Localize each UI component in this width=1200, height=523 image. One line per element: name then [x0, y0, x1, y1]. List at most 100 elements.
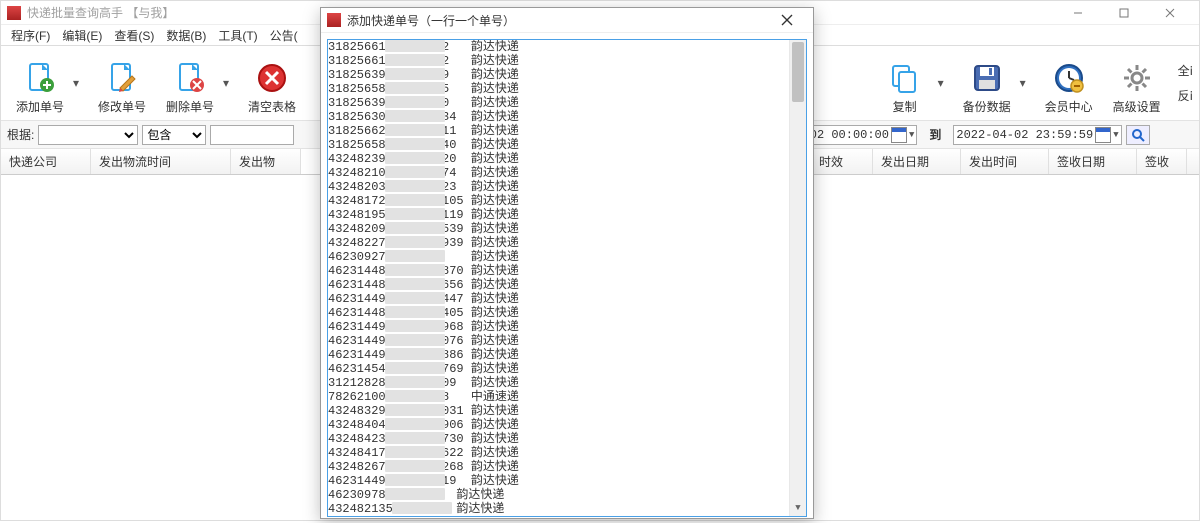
close-icon	[781, 14, 793, 26]
copy-button[interactable]: 复制	[872, 51, 938, 115]
menu-notice[interactable]: 公告(	[266, 27, 302, 44]
document-delete-icon	[174, 62, 206, 94]
textarea-line: 43248417300003622 韵达快递	[328, 446, 806, 460]
date-to-field[interactable]: 2022-04-02 23:59:59 ▼	[953, 125, 1121, 145]
settings-button[interactable]: 高级设置	[1104, 51, 1170, 115]
delete-button[interactable]: 删除单号	[157, 51, 223, 115]
textarea-line: 46231454300000769 韵达快递	[328, 362, 806, 376]
clock-icon	[1053, 62, 1085, 94]
col-signdate[interactable]: 签收日期	[1049, 149, 1137, 174]
menu-data[interactable]: 数据(B)	[162, 27, 210, 44]
textarea-line: 46230978600000 韵达快递	[328, 488, 806, 502]
textarea-line: 43248404300001906 韵达快递	[328, 418, 806, 432]
chevron-down-icon: ▼	[909, 130, 914, 140]
col-shiptime[interactable]: 发出物流时间	[91, 149, 231, 174]
col-shiptime2[interactable]: 发出时间	[961, 149, 1049, 174]
dialog-titlebar: 添加快递单号（一行一个单号）	[321, 8, 813, 33]
textarea-line: 4324821020000074 韵达快递	[328, 166, 806, 180]
textarea-line: 318256399000010 韵达快递	[328, 96, 806, 110]
textarea-line: 43248209300005539 韵达快递	[328, 222, 806, 236]
window-controls	[1055, 1, 1193, 25]
close-icon	[1165, 8, 1175, 18]
maximize-button[interactable]	[1101, 1, 1147, 25]
delete-dropdown[interactable]: ▾	[223, 76, 237, 90]
add-label: 添加单号	[16, 98, 64, 115]
save-icon	[971, 62, 1003, 94]
add-button[interactable]: 添加单号	[7, 51, 73, 115]
minimize-button[interactable]	[1055, 1, 1101, 25]
filter-label: 根据:	[7, 126, 34, 143]
textarea-line: 432482135200000 韵达快递	[328, 502, 806, 516]
menu-program[interactable]: 程序(F)	[7, 27, 54, 44]
document-add-icon	[24, 62, 56, 94]
textarea-line: 782621003000008 中通速递	[328, 390, 806, 404]
textarea-line: 3121282830000009 韵达快递	[328, 376, 806, 390]
textarea-line: 46231448000003870 韵达快递	[328, 264, 806, 278]
textarea-line: 46231448300003405 韵达快递	[328, 306, 806, 320]
member-label: 会员中心	[1045, 98, 1093, 115]
settings-label: 高级设置	[1113, 98, 1161, 115]
backup-dropdown[interactable]: ▾	[1020, 76, 1034, 90]
textarea-line: 43248267300007268 韵达快递	[328, 460, 806, 474]
menu-edit[interactable]: 编辑(E)	[58, 27, 106, 44]
dialog-body: 318256613000052 韵达快递318256616000022 韵达快递…	[321, 33, 813, 523]
textarea-line: 3182566220000411 韵达快递	[328, 124, 806, 138]
calendar-icon	[891, 127, 907, 143]
search-button[interactable]	[1126, 125, 1150, 145]
date-to-value: 2022-04-02 23:59:59	[956, 128, 1093, 142]
clear-label: 清空表格	[248, 98, 296, 115]
textarea-lines: 318256613000052 韵达快递318256616000022 韵达快递…	[328, 40, 806, 516]
clear-button[interactable]: 清空表格	[239, 51, 305, 115]
member-button[interactable]: 会员中心	[1036, 51, 1102, 115]
add-dropdown[interactable]: ▾	[73, 76, 87, 90]
col-courier[interactable]: 快递公司	[1, 149, 91, 174]
textarea-line: 4623144980000519 韵达快递	[328, 474, 806, 488]
col-timecost[interactable]: 时效	[811, 149, 873, 174]
menu-tools[interactable]: 工具(T)	[214, 27, 261, 44]
dialog-close-button[interactable]	[767, 8, 807, 32]
select-all-button[interactable]: 全ⅰ	[1178, 62, 1193, 79]
textarea-scrollbar[interactable]: ▼	[789, 40, 806, 516]
document-edit-icon	[106, 62, 138, 94]
minimize-icon	[1073, 8, 1083, 18]
menu-view[interactable]: 查看(S)	[110, 27, 158, 44]
textarea-line: 4324820340000023 韵达快递	[328, 180, 806, 194]
close-button[interactable]	[1147, 1, 1193, 25]
calendar-icon	[1095, 127, 1111, 143]
scrollbar-thumb[interactable]	[792, 42, 804, 102]
textarea-line: 46231448300002656 韵达快递	[328, 278, 806, 292]
edit-label: 修改单号	[98, 98, 146, 115]
col-shipdate[interactable]: 发出日期	[873, 149, 961, 174]
gear-icon	[1121, 62, 1153, 94]
filter-value-input[interactable]	[210, 125, 294, 145]
textarea-line: 43248227300000939 韵达快递	[328, 236, 806, 250]
col-sign[interactable]: 签收	[1137, 149, 1187, 174]
maximize-icon	[1119, 8, 1129, 18]
add-tracking-dialog: 添加快递单号（一行一个单号） 318256613000052 韵达快递31825…	[320, 7, 814, 519]
textarea-line: 43248195300006119 韵达快递	[328, 208, 806, 222]
textarea-line: 318256398000019 韵达快递	[328, 68, 806, 82]
app-icon	[327, 13, 341, 27]
textarea-line: 3182563030000734 韵达快递	[328, 110, 806, 124]
edit-button[interactable]: 修改单号	[89, 51, 155, 115]
textarea-line: 46231449300009886 韵达快递	[328, 348, 806, 362]
filter-field-select[interactable]	[38, 125, 138, 145]
textarea-line: 46231449300007076 韵达快递	[328, 334, 806, 348]
filter-op-select[interactable]: 包含	[142, 125, 206, 145]
textarea-line: 46231449300003447 韵达快递	[328, 292, 806, 306]
search-icon	[1131, 128, 1145, 142]
col-shipsite[interactable]: 发出物	[231, 149, 301, 174]
tracking-textarea[interactable]: 318256613000052 韵达快递318256616000022 韵达快递…	[327, 39, 807, 517]
copy-dropdown[interactable]: ▾	[938, 76, 952, 90]
copy-icon	[889, 62, 921, 94]
invert-select-button[interactable]: 反ⅰ	[1178, 87, 1193, 104]
scroll-down-icon[interactable]: ▼	[790, 499, 806, 516]
textarea-line: 46231449300003968 韵达快递	[328, 320, 806, 334]
textarea-line: 43248329300005031 韵达快递	[328, 404, 806, 418]
chevron-down-icon: ▼	[1113, 130, 1118, 140]
textarea-line: 318256589000055 韵达快递	[328, 82, 806, 96]
delete-label: 删除单号	[166, 98, 214, 115]
textarea-line: 46230927500005 韵达快递	[328, 250, 806, 264]
backup-button[interactable]: 备份数据	[954, 51, 1020, 115]
textarea-line: 43248172300003105 韵达快递	[328, 194, 806, 208]
